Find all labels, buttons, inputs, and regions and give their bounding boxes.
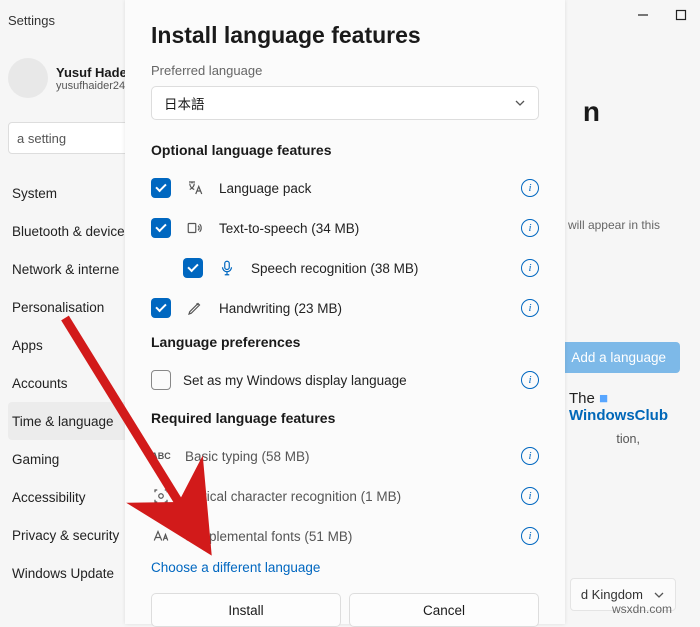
maximize-icon[interactable] [674, 8, 688, 22]
handwriting-icon [185, 298, 205, 318]
feature-row-language-pack: Language pack i [151, 172, 539, 204]
page-title-fragment: n [583, 96, 600, 128]
required-label: Basic typing (58 MB) [185, 449, 507, 464]
info-icon[interactable]: i [521, 447, 539, 465]
feature-label: Language pack [219, 181, 507, 196]
windowsclub-logo: The ■ WindowsClub [569, 390, 668, 424]
feature-row-speech: Speech recognition (38 MB) i [151, 252, 539, 284]
checkbox-speech[interactable] [183, 258, 203, 278]
dialog-title: Install language features [151, 22, 539, 49]
install-language-dialog: Install language features Preferred lang… [125, 0, 565, 624]
choose-different-language-link[interactable]: Choose a different language [151, 560, 539, 575]
required-row-basic-typing: ABC Basic typing (58 MB) i [151, 440, 539, 472]
checkbox-display-language[interactable] [151, 370, 171, 390]
feature-row-handwriting: Handwriting (23 MB) i [151, 292, 539, 324]
info-icon[interactable]: i [521, 179, 539, 197]
info-icon[interactable]: i [521, 371, 539, 389]
preferred-language-label: Preferred language [151, 63, 539, 78]
info-icon[interactable]: i [521, 527, 539, 545]
required-label: Supplemental fonts (51 MB) [185, 529, 507, 544]
feature-row-tts: Text-to-speech (34 MB) i [151, 212, 539, 244]
language-pack-icon [185, 178, 205, 198]
checkbox-language-pack[interactable] [151, 178, 171, 198]
chevron-down-icon [514, 97, 526, 109]
pref-row-display-language: Set as my Windows display language i [151, 364, 539, 396]
cancel-button[interactable]: Cancel [349, 593, 539, 627]
text-fragment: tion, [616, 432, 640, 446]
language-preferences-heading: Language preferences [151, 334, 539, 350]
required-row-fonts: Supplemental fonts (51 MB) i [151, 520, 539, 552]
pref-label: Set as my Windows display language [183, 373, 507, 388]
avatar [8, 58, 48, 98]
footer-url: wsxdn.com [612, 602, 672, 616]
minimize-icon[interactable] [636, 8, 650, 22]
fonts-icon [151, 526, 171, 546]
tts-icon [185, 218, 205, 238]
optional-features-heading: Optional language features [151, 142, 539, 158]
install-button[interactable]: Install [151, 593, 341, 627]
required-features-heading: Required language features [151, 410, 539, 426]
checkbox-handwriting[interactable] [151, 298, 171, 318]
feature-label: Speech recognition (38 MB) [251, 261, 507, 276]
info-icon[interactable]: i [521, 219, 539, 237]
info-icon[interactable]: i [521, 259, 539, 277]
feature-label: Text-to-speech (34 MB) [219, 221, 507, 236]
checkbox-tts[interactable] [151, 218, 171, 238]
required-label: Optical character recognition (1 MB) [185, 489, 507, 504]
add-language-button[interactable]: Add a language [557, 342, 680, 373]
chevron-down-icon [653, 589, 665, 601]
preferred-language-select[interactable]: 日本語 [151, 86, 539, 120]
window-controls [636, 8, 688, 22]
abc-icon: ABC [151, 446, 171, 466]
window-title: Settings [8, 13, 55, 28]
feature-label: Handwriting (23 MB) [219, 301, 507, 316]
ocr-icon [151, 486, 171, 506]
info-icon[interactable]: i [521, 299, 539, 317]
required-row-ocr: Optical character recognition (1 MB) i [151, 480, 539, 512]
microphone-icon [217, 258, 237, 278]
info-icon[interactable]: i [521, 487, 539, 505]
